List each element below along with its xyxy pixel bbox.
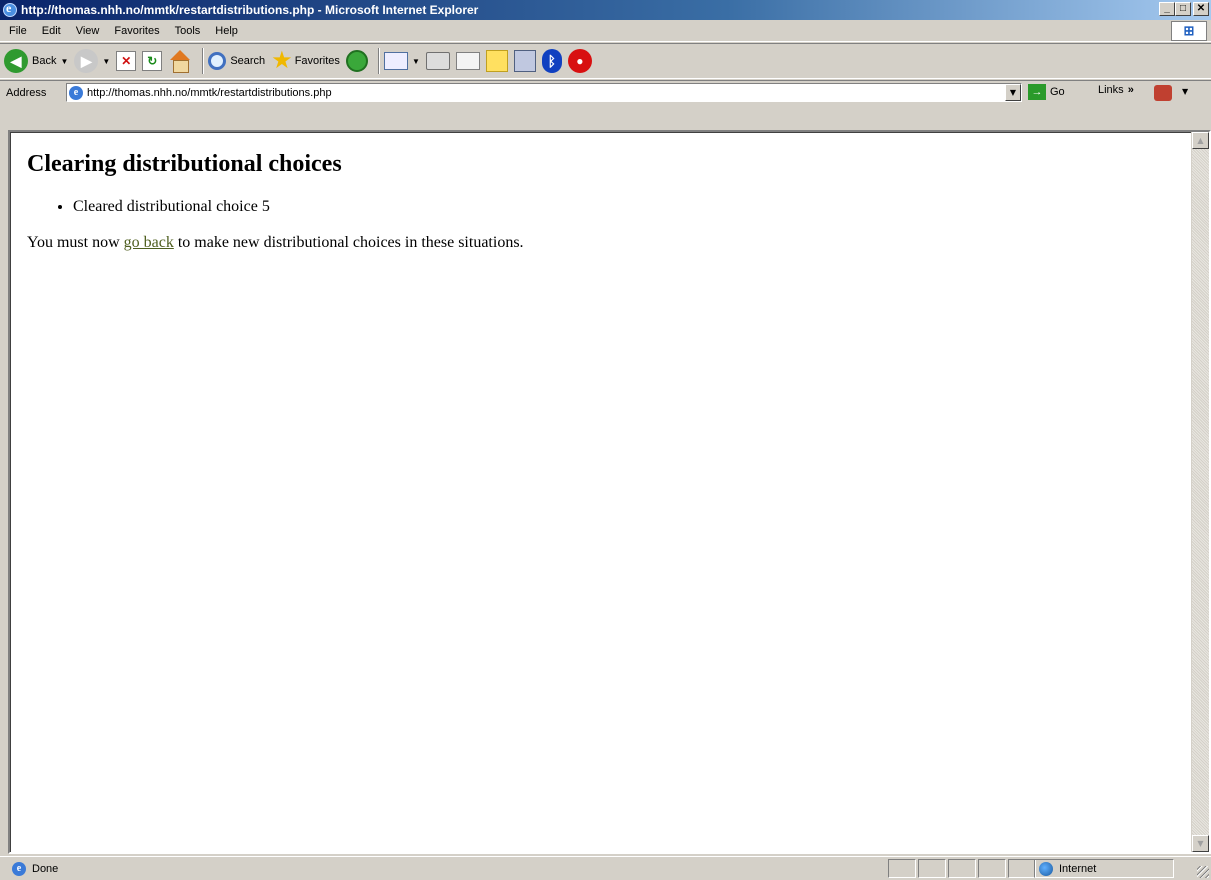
minimize-button[interactable]: _ — [1159, 2, 1175, 16]
favorites-label: Favorites — [294, 55, 340, 67]
links-button[interactable]: Links » — [1098, 84, 1134, 96]
paragraph-text-after: to make new distributional choices in th… — [173, 234, 524, 251]
messenger-icon: ● — [567, 49, 592, 73]
status-pane — [948, 859, 976, 878]
stop-icon: ✕ — [116, 51, 137, 71]
back-label: Back — [32, 55, 57, 67]
search-button[interactable]: Search — [208, 52, 265, 70]
resize-grip-icon[interactable] — [1197, 866, 1209, 878]
back-icon: ◀ — [4, 49, 28, 73]
favorites-star-icon: ★ — [271, 47, 293, 74]
globe-icon — [1039, 861, 1053, 876]
scroll-up-icon[interactable]: ▲ — [1192, 132, 1209, 149]
mail-icon — [383, 52, 408, 70]
research-icon — [513, 50, 536, 72]
search-icon — [208, 52, 227, 70]
notes-button[interactable] — [485, 50, 508, 72]
extension-dropdown-icon[interactable]: ▼ — [1182, 87, 1188, 96]
status-bar: e Done Internet — [0, 856, 1211, 880]
favorites-button[interactable]: ★ Favorites — [271, 49, 340, 73]
history-icon — [345, 50, 368, 72]
bluetooth-button[interactable]: ᛒ — [541, 49, 562, 73]
menu-tools[interactable]: Tools — [175, 25, 201, 37]
bluetooth-icon: ᛒ — [541, 49, 562, 73]
status-pane — [888, 859, 916, 878]
maximize-button[interactable]: □ — [1175, 2, 1191, 16]
home-icon — [168, 50, 192, 73]
address-label: Address — [6, 86, 47, 99]
chevron-right-icon[interactable]: » — [1128, 84, 1134, 96]
windows-logo-icon: ⊞ — [1171, 21, 1207, 41]
security-zone[interactable]: Internet — [1034, 859, 1174, 878]
list-item: Cleared distributional choice 5 — [73, 198, 1175, 216]
notes-icon — [485, 50, 508, 72]
status-pane — [918, 859, 946, 878]
edit-icon — [455, 52, 480, 70]
ie-app-icon[interactable] — [3, 1, 17, 17]
links-label: Links — [1098, 84, 1124, 96]
toolbar-separator — [377, 48, 380, 74]
refresh-icon: ↻ — [142, 51, 163, 71]
print-icon — [425, 52, 450, 70]
menu-bar: File Edit View Favorites Tools Help ⊞ — [0, 20, 1211, 42]
toolbar-separator — [202, 48, 205, 74]
edit-button[interactable] — [455, 52, 480, 70]
address-input[interactable]: e http://thomas.nhh.no/mmtk/restartdistr… — [66, 83, 1022, 102]
status-pane — [1008, 859, 1036, 878]
menu-favorites[interactable]: Favorites — [114, 25, 159, 37]
title-bar: http://thomas.nhh.no/mmtk/restartdistrib… — [0, 0, 1211, 20]
document: Clearing distributional choices Cleared … — [11, 133, 1191, 270]
page-content: Clearing distributional choices Cleared … — [10, 132, 1191, 852]
print-button[interactable] — [425, 52, 450, 70]
instruction-paragraph: You must now go back to make new distrib… — [27, 234, 1175, 252]
window-title: http://thomas.nhh.no/mmtk/restartdistrib… — [21, 3, 479, 17]
history-button[interactable] — [345, 50, 368, 72]
menu-file[interactable]: File — [9, 25, 27, 37]
scroll-down-icon[interactable]: ▼ — [1192, 835, 1209, 852]
zone-label: Internet — [1059, 862, 1097, 875]
menu-help[interactable]: Help — [215, 25, 238, 37]
close-button[interactable]: ✕ — [1193, 2, 1209, 16]
go-arrow-icon: → — [1028, 84, 1046, 100]
messenger-button[interactable]: ● — [567, 49, 592, 73]
search-label: Search — [230, 55, 266, 67]
address-dropdown-icon[interactable]: ▼ — [1005, 84, 1021, 101]
extension-icon[interactable] — [1154, 85, 1172, 101]
page-heading: Clearing distributional choices — [27, 151, 342, 177]
window-controls: _ □ ✕ — [1159, 2, 1209, 16]
go-button[interactable]: → Go — [1028, 84, 1065, 100]
status-text: Done — [32, 862, 59, 875]
paragraph-text-before: You must now — [27, 234, 124, 251]
page-status-icon: e — [12, 861, 26, 876]
status-pane — [978, 859, 1006, 878]
forward-button[interactable]: ▶ ▼ — [74, 49, 110, 73]
home-button[interactable] — [168, 50, 192, 73]
back-dropdown-icon[interactable]: ▼ — [60, 57, 68, 66]
cleared-list: Cleared distributional choice 5 — [73, 198, 1175, 216]
go-label: Go — [1050, 86, 1065, 98]
research-button[interactable] — [513, 50, 536, 72]
standard-toolbar: ◀ Back ▼ ▶ ▼ ✕ ↻ Search ★ Favorites ▼ ᛒ … — [0, 43, 1211, 79]
forward-icon: ▶ — [74, 49, 99, 73]
menu-view[interactable]: View — [76, 25, 100, 37]
go-back-link[interactable]: go back — [124, 234, 174, 251]
menu-edit[interactable]: Edit — [42, 25, 61, 37]
mail-dropdown-icon[interactable]: ▼ — [412, 57, 420, 66]
refresh-button[interactable]: ↻ — [142, 51, 163, 71]
status-panes — [888, 859, 1038, 878]
page-icon: e — [69, 85, 83, 100]
mail-button[interactable]: ▼ — [383, 52, 420, 70]
address-url[interactable]: http://thomas.nhh.no/mmtk/restartdistrib… — [87, 87, 332, 99]
address-bar: Address e http://thomas.nhh.no/mmtk/rest… — [0, 80, 1211, 104]
back-button[interactable]: ◀ Back ▼ — [4, 49, 68, 73]
vertical-scrollbar[interactable]: ▲ ▼ — [1192, 132, 1209, 852]
stop-button[interactable]: ✕ — [116, 51, 137, 71]
forward-dropdown-icon[interactable]: ▼ — [102, 57, 110, 66]
